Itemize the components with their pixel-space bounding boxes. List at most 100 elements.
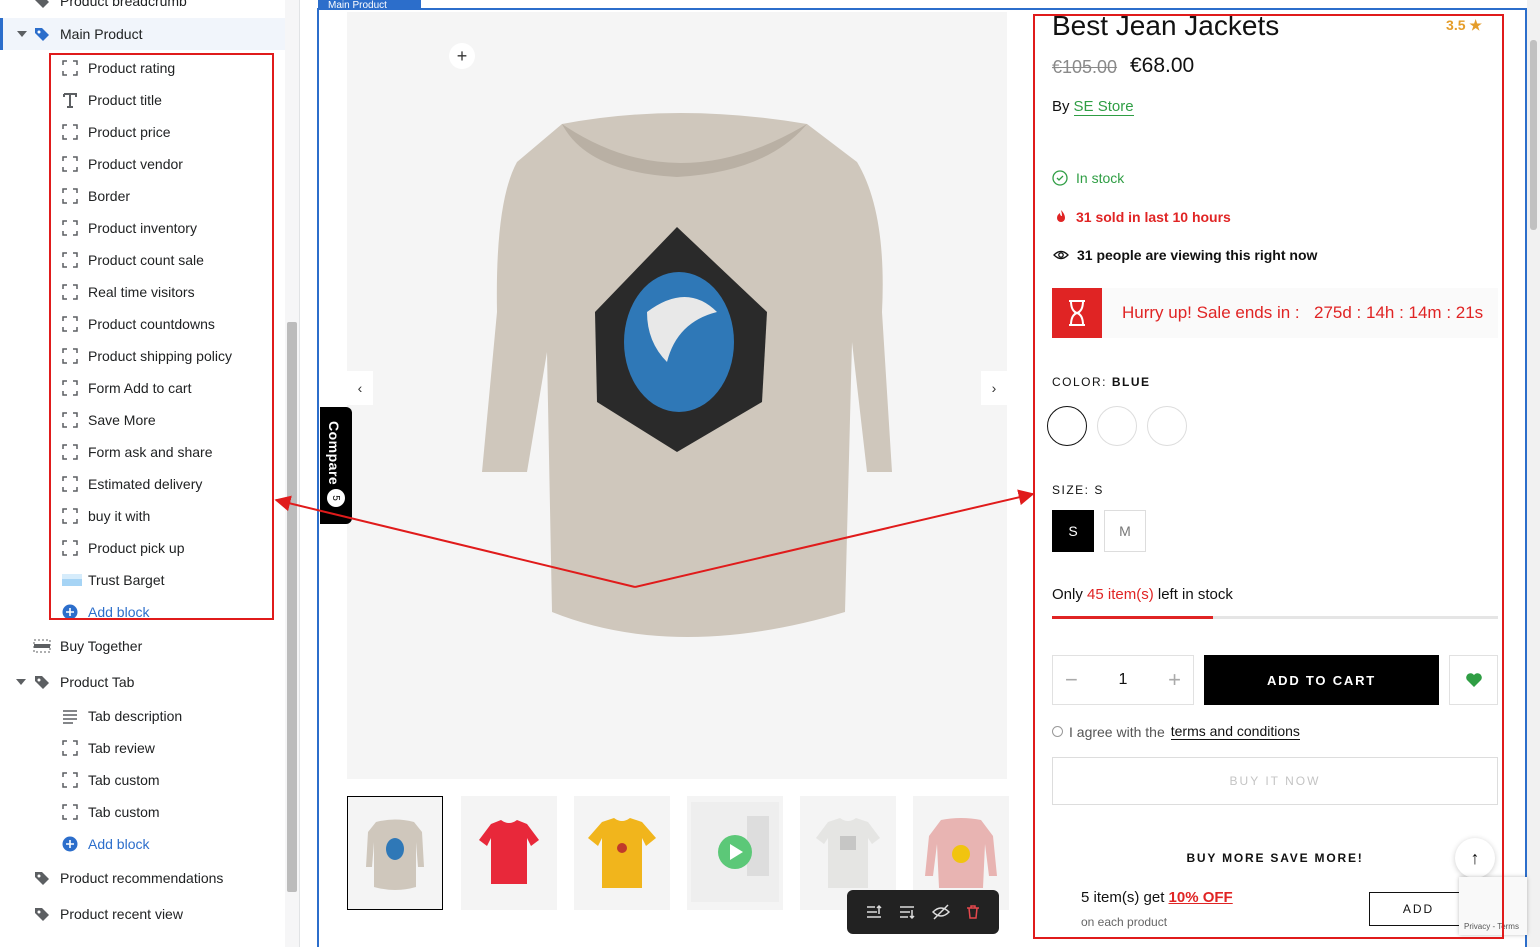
block-item[interactable]: Form Add to cart xyxy=(0,372,285,404)
chevron-down-icon[interactable] xyxy=(17,31,27,37)
product-rating[interactable]: 3.5 ★ xyxy=(1434,12,1494,38)
buy-it-now-button[interactable]: BUY IT NOW xyxy=(1052,757,1498,805)
discount-tier: 5 item(s) get 10% OFF xyxy=(1081,889,1233,906)
move-down-icon[interactable] xyxy=(898,904,916,920)
terms-link[interactable]: terms and conditions xyxy=(1170,723,1300,740)
sidebar-item-product-tab[interactable]: Product Tab xyxy=(0,667,285,697)
minus-icon[interactable]: − xyxy=(1065,667,1078,693)
block-item[interactable]: Product countdowns xyxy=(0,308,285,340)
block-item-label: Product price xyxy=(88,124,171,140)
block-item-label: Tab custom xyxy=(88,804,160,820)
sidebar-item-product-recent-view[interactable]: Product recent view xyxy=(0,899,285,929)
block-item-label: Border xyxy=(88,188,131,204)
real-time-visitors: 31 people are viewing this right now xyxy=(1053,247,1317,263)
sidebar-item-main-product[interactable]: Main Product xyxy=(0,18,285,50)
sidebar-item-label: Product Tab xyxy=(60,674,135,690)
add-block-label: Add block xyxy=(88,604,150,620)
block-item[interactable]: Product pick up xyxy=(0,532,285,564)
color-swatch-blue[interactable] xyxy=(1047,406,1087,446)
block-item[interactable]: Product count sale xyxy=(0,244,285,276)
block-icon xyxy=(62,380,78,396)
size-option-label: SIZE: S xyxy=(1052,483,1104,497)
sidebar: Product breadcrumb Main Product Product … xyxy=(0,0,300,947)
check-circle-icon xyxy=(1052,170,1068,186)
terms-agreement[interactable]: I agree with the terms and conditions xyxy=(1052,723,1300,740)
block-icon xyxy=(62,124,78,140)
discount-add-button[interactable]: ADD xyxy=(1369,892,1468,926)
product-thumbnail[interactable] xyxy=(574,796,670,910)
block-icon xyxy=(62,348,78,364)
product-thumbnail[interactable] xyxy=(347,796,443,910)
block-item-label: Tab description xyxy=(88,708,183,724)
block-item[interactable]: Tab review xyxy=(0,732,285,764)
color-swatch[interactable] xyxy=(1147,406,1187,446)
recaptcha-text[interactable]: Privacy - Terms xyxy=(1464,922,1519,931)
color-swatch[interactable] xyxy=(1097,406,1137,446)
block-item-label: buy it with xyxy=(88,508,151,524)
block-item[interactable]: Product inventory xyxy=(0,212,285,244)
in-stock-text: In stock xyxy=(1076,170,1125,186)
compare-tab[interactable]: Compare 5 xyxy=(320,407,352,524)
block-item[interactable]: Product shipping policy xyxy=(0,340,285,372)
scroll-top-button[interactable]: ↑ xyxy=(1455,838,1495,878)
sidebar-scrollbar-thumb[interactable] xyxy=(287,322,297,892)
move-up-icon[interactable] xyxy=(865,904,883,920)
product-thumbnail[interactable] xyxy=(461,796,557,910)
block-item[interactable]: Save More xyxy=(0,404,285,436)
add-to-cart-button[interactable]: ADD TO CART xyxy=(1204,655,1439,705)
prev-image-button[interactable]: ‹ xyxy=(347,371,373,405)
block-item[interactable]: Product price xyxy=(0,116,285,148)
quantity-stepper[interactable]: − 1 + xyxy=(1052,655,1194,705)
plus-icon[interactable]: + xyxy=(1168,667,1181,693)
block-item[interactable]: buy it with xyxy=(0,500,285,532)
plus-circle-icon xyxy=(62,836,78,852)
video-thumb xyxy=(691,802,779,902)
sale-ends-label: Hurry up! Sale ends in : xyxy=(1122,303,1300,322)
block-item[interactable]: Product title xyxy=(0,84,285,116)
block-icon xyxy=(62,508,78,524)
color-option-label: COLOR: BLUE xyxy=(1052,375,1151,389)
sidebar-item-buy-together[interactable]: Buy Together xyxy=(0,631,285,661)
block-icon xyxy=(62,540,78,556)
vendor-link[interactable]: SE Store xyxy=(1073,98,1134,116)
sidebar-item-label: Product recommendations xyxy=(60,870,224,886)
wishlist-button[interactable] xyxy=(1449,655,1498,705)
block-item[interactable]: Form ask and share xyxy=(0,436,285,468)
lines-icon xyxy=(62,708,78,724)
size-option-m[interactable]: M xyxy=(1104,510,1146,552)
block-item[interactable]: Tab description xyxy=(0,700,285,732)
zoom-plus-button[interactable]: + xyxy=(449,43,475,69)
red-tshirt-thumb xyxy=(479,820,539,884)
delete-icon[interactable] xyxy=(965,904,981,920)
preview-scrollbar-thumb[interactable] xyxy=(1530,40,1537,230)
block-item[interactable]: Product vendor xyxy=(0,148,285,180)
eye-icon xyxy=(1053,250,1069,260)
quantity-value[interactable]: 1 xyxy=(1119,671,1128,689)
hide-icon[interactable] xyxy=(931,904,950,920)
block-item[interactable]: Tab custom xyxy=(0,764,285,796)
yellow-tshirt-thumb xyxy=(588,818,656,888)
block-icon xyxy=(62,412,78,428)
block-item[interactable]: Tab custom xyxy=(0,796,285,828)
add-block-button[interactable]: Add block xyxy=(0,596,285,628)
product-main-image[interactable] xyxy=(347,12,1007,779)
block-item[interactable]: Estimated delivery xyxy=(0,468,285,500)
block-item[interactable]: Product rating xyxy=(0,52,285,84)
fire-icon xyxy=(1057,210,1065,222)
terms-checkbox[interactable] xyxy=(1052,726,1063,737)
product-thumbnail-video[interactable] xyxy=(687,796,783,910)
sidebar-item-product-breadcrumb[interactable]: Product breadcrumb xyxy=(0,0,285,16)
buy-more-save-more-title: BUY MORE SAVE MORE! xyxy=(1186,851,1364,865)
sidebar-item-product-recommendations[interactable]: Product recommendations xyxy=(0,863,285,893)
block-item[interactable]: Trust Barget xyxy=(0,564,285,596)
add-tab-block-button[interactable]: Add block xyxy=(0,828,285,860)
block-item[interactable]: Border xyxy=(0,180,285,212)
chevron-down-icon[interactable] xyxy=(16,679,26,685)
block-item-label: Tab review xyxy=(88,740,155,756)
next-image-button[interactable]: › xyxy=(981,371,1007,405)
viewing-text: 31 people are viewing this right now xyxy=(1077,247,1318,263)
block-item-label: Form Add to cart xyxy=(88,380,192,396)
size-option-s[interactable]: S xyxy=(1052,510,1094,552)
product-title: Best Jean Jackets xyxy=(1052,10,1280,41)
block-item[interactable]: Real time visitors xyxy=(0,276,285,308)
